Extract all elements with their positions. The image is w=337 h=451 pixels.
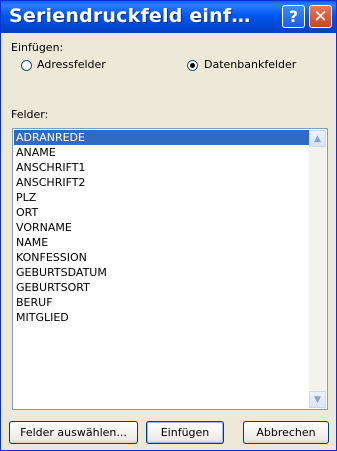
fields-listbox[interactable]: ADRANREDE ANAME ANSCHRIFT1 ANSCHRIFT2 PLZ ORT… — [12, 128, 328, 410]
insert-button[interactable]: Einfügen — [146, 421, 224, 444]
list-item[interactable]: PLZ — [14, 190, 310, 205]
close-icon: ✕ — [313, 6, 328, 27]
radio-address-fields[interactable] — [21, 60, 32, 71]
list-item[interactable]: KONFESSION — [14, 250, 310, 265]
insert-button-label: Einfügen — [160, 426, 210, 439]
list-item[interactable]: ANAME — [14, 145, 310, 160]
scroll-down-button[interactable]: ▼ — [309, 391, 326, 408]
insert-group-label: Einfügen: — [11, 41, 64, 54]
cancel-button[interactable]: Abbrechen — [243, 421, 329, 444]
close-button[interactable]: ✕ — [309, 5, 332, 28]
fields-list: ADRANREDE ANAME ANSCHRIFT1 ANSCHRIFT2 PLZ ORT… — [14, 130, 310, 325]
help-button[interactable]: ? — [282, 5, 305, 28]
radio-database-fields-label[interactable]: Datenbankfelder — [204, 58, 296, 71]
chevron-up-icon: ▲ — [314, 133, 321, 144]
help-icon: ? — [288, 7, 299, 26]
list-item[interactable]: ORT — [14, 205, 310, 220]
dialog-window: Seriendruckfeld einf… ? ✕ Einfügen: Adre… — [0, 0, 337, 451]
list-item[interactable]: ANSCHRIFT2 — [14, 175, 310, 190]
radio-address-fields-label[interactable]: Adressfelder — [37, 58, 106, 71]
radio-database-fields[interactable] — [187, 60, 198, 71]
select-fields-button-label: Felder auswählen... — [20, 426, 127, 439]
cancel-button-label: Abbrechen — [256, 426, 316, 439]
list-item[interactable]: GEBURTSDATUM — [14, 265, 310, 280]
list-item[interactable]: GEBURTSORT — [14, 280, 310, 295]
list-item[interactable]: ADRANREDE — [14, 130, 310, 145]
fields-label: Felder: — [11, 108, 49, 121]
radio-selected-dot — [190, 63, 195, 68]
list-item[interactable]: VORNAME — [14, 220, 310, 235]
vertical-scrollbar[interactable]: ▲ ▼ — [309, 130, 326, 408]
list-item[interactable]: BERUF — [14, 295, 310, 310]
select-fields-button[interactable]: Felder auswählen... — [9, 421, 138, 444]
title-bar[interactable]: Seriendruckfeld einf… ? ✕ — [1, 1, 336, 33]
list-item[interactable]: ANSCHRIFT1 — [14, 160, 310, 175]
list-item[interactable]: MITGLIED — [14, 310, 310, 325]
window-title: Seriendruckfeld einf… — [9, 5, 251, 27]
chevron-down-icon: ▼ — [314, 394, 321, 405]
scroll-up-button[interactable]: ▲ — [309, 130, 326, 147]
list-item[interactable]: NAME — [14, 235, 310, 250]
